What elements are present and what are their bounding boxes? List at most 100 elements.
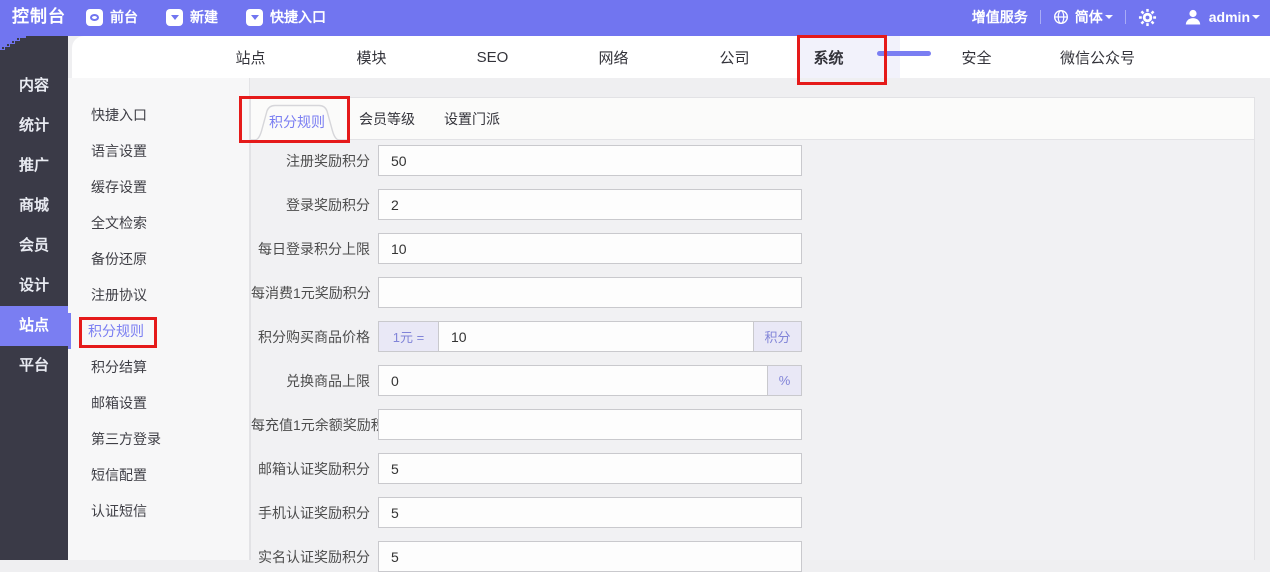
menu-frontend[interactable]: 前台 — [86, 7, 138, 27]
user-avatar-icon — [1185, 9, 1200, 25]
subnav-points-settlement[interactable]: 积分结算 — [68, 349, 249, 385]
user-caret-icon — [1252, 15, 1260, 19]
form-row-recharge-points: 每充值1元余额奖励积分 — [251, 409, 1254, 440]
sidebar-top-decoration — [0, 36, 68, 56]
active-tab-underline — [877, 50, 931, 56]
input-prefix-1yuan: 1元 = — [378, 321, 438, 352]
primary-sidebar: 内容 统计 推广 商城 会员 设计 站点 平台 — [0, 36, 68, 560]
tab-network[interactable]: 网络 — [553, 36, 674, 78]
menu-quick-entry[interactable]: 快捷入口 — [246, 7, 326, 27]
field-label: 兑换商品上限 — [286, 372, 370, 389]
divider — [1039, 10, 1041, 24]
language-label: 简体 — [1074, 9, 1103, 25]
sidebar-item-promotion[interactable]: 推广 — [0, 146, 68, 186]
input-suffix-percent: % — [768, 365, 802, 396]
register-points-input[interactable] — [378, 145, 802, 176]
subnav-sms-config[interactable]: 短信配置 — [68, 457, 249, 493]
sidebar-item-design[interactable]: 设计 — [0, 266, 68, 306]
menu-new[interactable]: 新建 — [166, 7, 218, 27]
language-switcher[interactable]: 简体 — [1053, 7, 1113, 27]
field-label: 实名认证奖励积分 — [258, 548, 370, 565]
content-panel: 积分规则 会员等级 设置门派 注册奖励积分 登录奖励积分 每日登录积分上限 每消… — [247, 97, 1255, 572]
subnav-cache-settings[interactable]: 缓存设置 — [68, 169, 249, 205]
points-rules-form: 注册奖励积分 登录奖励积分 每日登录积分上限 每消费1元奖励积分 积分购买商品价… — [251, 140, 1254, 572]
subnav-auth-sms[interactable]: 认证短信 — [68, 493, 249, 529]
content-tab-set-faction[interactable]: 设置门派 — [444, 98, 500, 140]
form-row-exchange-limit: 兑换商品上限 % — [251, 365, 1254, 396]
value-added-service-link[interactable]: 增值服务 — [972, 7, 1028, 27]
daily-login-limit-input[interactable] — [378, 233, 802, 264]
exchange-limit-group: % — [378, 365, 802, 396]
points-price-group: 1元 = 积分 — [378, 321, 802, 352]
sidebar-item-mall[interactable]: 商城 — [0, 186, 68, 226]
exchange-limit-input[interactable] — [378, 365, 768, 396]
subnav-points-rules[interactable]: 积分规则 — [68, 313, 249, 349]
subnav-thirdparty-login[interactable]: 第三方登录 — [68, 421, 249, 457]
new-caret-icon — [166, 8, 183, 26]
email-auth-points-input[interactable] — [378, 453, 802, 484]
tab-site[interactable]: 站点 — [190, 36, 311, 78]
subnav-registration-agreement[interactable]: 注册协议 — [68, 277, 249, 313]
sidebar-item-stats[interactable]: 统计 — [0, 106, 68, 146]
realname-auth-points-input[interactable] — [378, 541, 802, 572]
subnav-backup-restore[interactable]: 备份还原 — [68, 241, 249, 277]
sidebar-item-platform[interactable]: 平台 — [0, 346, 68, 386]
tab-security[interactable]: 安全 — [916, 36, 1037, 78]
app-logo: 控制台 — [12, 7, 66, 26]
tab-module[interactable]: 模块 — [311, 36, 432, 78]
language-caret-icon — [1104, 15, 1113, 19]
subnav-quick-entry[interactable]: 快捷入口 — [68, 97, 249, 133]
topbar-right: 增值服务 简体 admin — [972, 0, 1260, 34]
sidebar-item-member[interactable]: 会员 — [0, 226, 68, 266]
form-row-consume-points: 每消费1元奖励积分 — [251, 277, 1254, 308]
form-row-email-auth-points: 邮箱认证奖励积分 — [251, 453, 1254, 484]
login-points-input[interactable] — [378, 189, 802, 220]
main-tab-band: 站点 模块 SEO 网络 公司 系统 安全 微信公众号 — [72, 36, 1270, 78]
field-label: 积分购买商品价格 — [258, 328, 370, 345]
field-label: 手机认证奖励积分 — [258, 504, 370, 521]
user-menu[interactable]: admin — [1183, 7, 1260, 27]
content-tab-strip: 积分规则 会员等级 设置门派 — [247, 98, 1254, 141]
main-tabs: 站点 模块 SEO 网络 公司 系统 安全 微信公众号 — [190, 36, 1158, 78]
recharge-points-input[interactable] — [378, 409, 802, 440]
subnav-fulltext-search[interactable]: 全文检索 — [68, 205, 249, 241]
field-label: 每消费1元奖励积分 — [251, 284, 371, 301]
content-tab-member-level[interactable]: 会员等级 — [359, 98, 415, 140]
consume-points-input[interactable] — [378, 277, 802, 308]
form-row-realname-auth-points: 实名认证奖励积分 — [251, 541, 1254, 572]
field-label: 每充值1元余额奖励积分 — [251, 416, 378, 433]
secondary-sidebar: 快捷入口 语言设置 缓存设置 全文检索 备份还原 注册协议 积分规则 积分结算 … — [68, 78, 250, 560]
topbar: 控制台 前台 新建 快捷入口 增值服务 简体 admin — [0, 0, 1270, 36]
field-label: 每日登录积分上限 — [258, 240, 370, 257]
field-label: 邮箱认证奖励积分 — [258, 460, 370, 477]
points-price-input[interactable] — [438, 321, 754, 352]
subnav-language-settings[interactable]: 语言设置 — [68, 133, 249, 169]
username-label: admin — [1208, 9, 1250, 25]
form-row-mobile-auth-points: 手机认证奖励积分 — [251, 497, 1254, 528]
primary-sidebar-items: 内容 统计 推广 商城 会员 设计 站点 平台 — [0, 66, 68, 386]
content-tab-points-rules[interactable]: 积分规则 — [245, 101, 349, 141]
field-label: 注册奖励积分 — [286, 152, 370, 169]
frontend-eye-icon — [86, 8, 103, 26]
sidebar-item-site[interactable]: 站点 — [0, 306, 68, 346]
topbar-menu: 前台 新建 快捷入口 — [86, 0, 326, 34]
content-tab-points-rules-label: 积分规则 — [269, 114, 325, 130]
menu-quick-entry-label: 快捷入口 — [270, 9, 326, 25]
form-row-points-price: 积分购买商品价格 1元 = 积分 — [251, 321, 1254, 352]
form-row-daily-login-limit: 每日登录积分上限 — [251, 233, 1254, 264]
menu-new-label: 新建 — [190, 9, 218, 25]
tab-company[interactable]: 公司 — [674, 36, 795, 78]
quick-entry-caret-icon — [246, 8, 263, 26]
input-suffix-points: 积分 — [754, 321, 802, 352]
form-row-login-points: 登录奖励积分 — [251, 189, 1254, 220]
settings-gear-icon[interactable] — [1138, 8, 1157, 27]
sidebar-item-content[interactable]: 内容 — [0, 66, 68, 106]
tab-seo[interactable]: SEO — [432, 36, 553, 78]
form-row-register-points: 注册奖励积分 — [251, 145, 1254, 176]
mobile-auth-points-input[interactable] — [378, 497, 802, 528]
field-label: 登录奖励积分 — [286, 196, 370, 213]
globe-icon — [1053, 9, 1068, 25]
tab-wechat[interactable]: 微信公众号 — [1037, 36, 1158, 78]
tab-system[interactable]: 系统 — [795, 36, 931, 78]
subnav-email-settings[interactable]: 邮箱设置 — [68, 385, 249, 421]
